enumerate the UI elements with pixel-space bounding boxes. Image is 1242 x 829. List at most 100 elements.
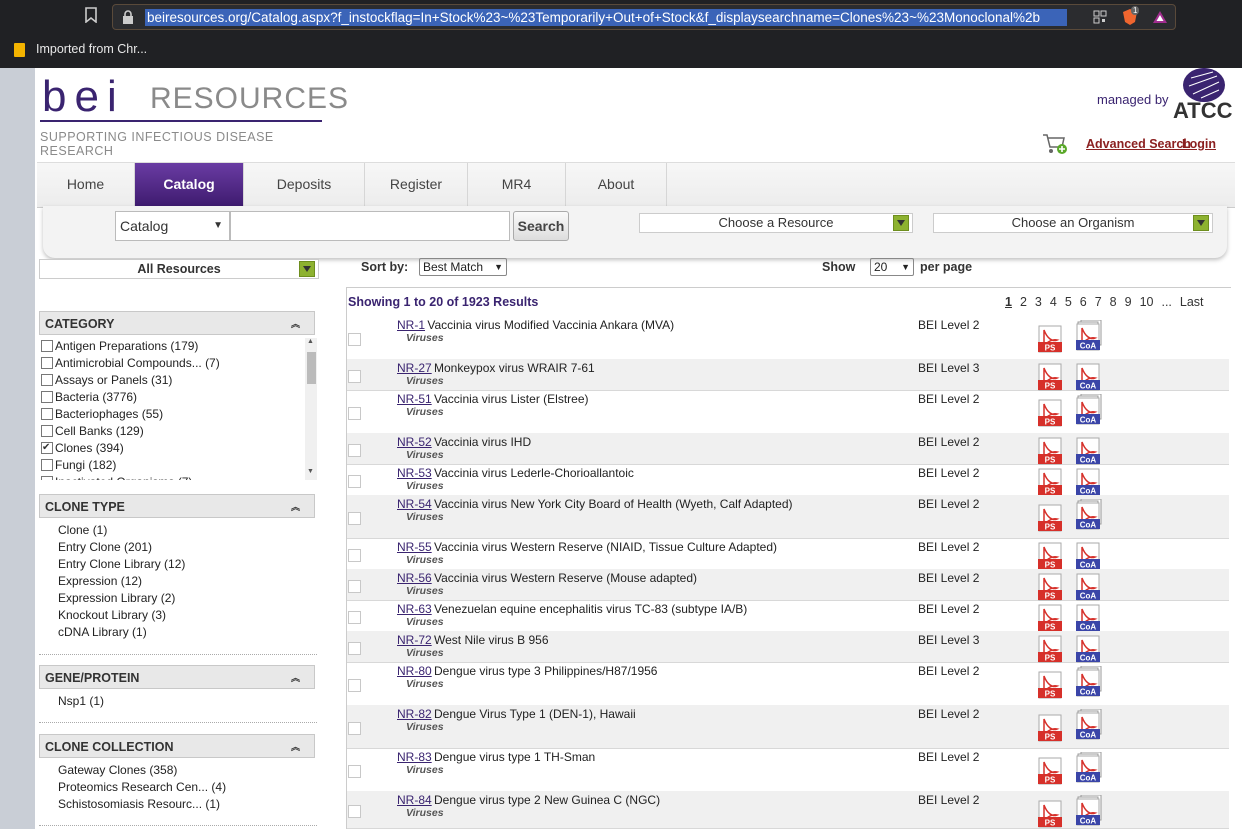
facet-option[interactable]: Bacteriophages (55) xyxy=(39,406,317,423)
product-sheet-pdf-icon[interactable]: PS xyxy=(1038,797,1064,828)
facet-clone-type-header[interactable]: CLONE TYPE ︽ xyxy=(39,494,315,518)
facet-clone-collection-header[interactable]: CLONE COLLECTION ︽ xyxy=(39,734,315,758)
checkbox[interactable] xyxy=(41,390,53,403)
coa-pdf-icon[interactable]: CoA xyxy=(1076,751,1102,783)
page-link[interactable]: 5 xyxy=(1065,295,1072,309)
collapse-icon[interactable]: ︽ xyxy=(291,312,300,336)
coa-pdf-icon[interactable]: CoA xyxy=(1076,360,1102,391)
coa-pdf-icon[interactable]: CoA xyxy=(1076,465,1102,496)
all-resources-select[interactable]: All Resources xyxy=(39,259,319,279)
product-sheet-pdf-icon[interactable]: PS xyxy=(1038,322,1064,353)
nav-home[interactable]: Home xyxy=(37,163,135,207)
facet-option[interactable]: Entry Clone Library (12) xyxy=(58,556,336,573)
product-sheet-pdf-icon[interactable]: PS xyxy=(1038,539,1064,570)
row-checkbox[interactable] xyxy=(348,805,361,818)
facet-option[interactable]: Cell Banks (129) xyxy=(39,423,317,440)
coa-pdf-icon[interactable]: CoA xyxy=(1076,570,1102,601)
coa-pdf-icon[interactable]: CoA xyxy=(1076,319,1102,351)
page-link[interactable]: ... xyxy=(1161,295,1171,309)
row-checkbox[interactable] xyxy=(348,722,361,735)
facet-gene-protein-header[interactable]: GENE/PROTEIN ︽ xyxy=(39,665,315,689)
checkbox[interactable] xyxy=(41,373,53,386)
catalog-number-link[interactable]: NR-27 xyxy=(397,361,432,375)
catalog-number-link[interactable]: NR-80 xyxy=(397,664,432,678)
facet-option[interactable]: Expression (12) xyxy=(58,573,336,590)
page-link[interactable]: 9 xyxy=(1125,295,1132,309)
facet-option[interactable]: Expression Library (2) xyxy=(58,590,336,607)
row-checkbox[interactable] xyxy=(348,407,361,420)
login-link[interactable]: Login xyxy=(1182,137,1216,151)
checkbox[interactable] xyxy=(41,439,53,456)
product-sheet-pdf-icon[interactable]: PS xyxy=(1038,465,1064,496)
page-link[interactable]: 4 xyxy=(1050,295,1057,309)
facet-option[interactable]: Proteomics Research Cen... (4) xyxy=(58,779,336,796)
facet-option[interactable]: Assays or Panels (31) xyxy=(39,372,317,389)
page-link[interactable]: 8 xyxy=(1110,295,1117,309)
facet-option[interactable]: Inactivated Organisms (7) xyxy=(39,474,317,480)
product-sheet-pdf-icon[interactable]: PS xyxy=(1038,754,1064,785)
product-sheet-pdf-icon[interactable]: PS xyxy=(1038,434,1064,465)
nav-catalog[interactable]: Catalog xyxy=(135,163,244,207)
checkbox[interactable] xyxy=(41,407,53,420)
brave-rewards-icon[interactable] xyxy=(1151,8,1169,26)
catalog-number-link[interactable]: NR-83 xyxy=(397,750,432,764)
facet-option[interactable]: Bacteria (3776) xyxy=(39,389,317,406)
facet-option[interactable]: Nsp1 (1) xyxy=(58,693,336,710)
catalog-number-link[interactable]: NR-1 xyxy=(397,318,425,332)
catalog-number-link[interactable]: NR-84 xyxy=(397,793,432,807)
scrollbar-thumb[interactable] xyxy=(307,352,316,384)
catalog-number-link[interactable]: NR-72 xyxy=(397,633,432,647)
resource-chooser[interactable]: Choose a Resource xyxy=(639,213,913,233)
scrollbar[interactable]: ▲ ▼ xyxy=(305,338,317,480)
search-input[interactable] xyxy=(230,211,510,241)
checkbox[interactable] xyxy=(41,475,53,480)
address-bar[interactable]: beiresources.org/Catalog.aspx?f_instockf… xyxy=(112,4,1176,30)
product-sheet-pdf-icon[interactable]: PS xyxy=(1038,396,1064,427)
dropdown-arrow-icon[interactable] xyxy=(1193,215,1209,231)
product-sheet-pdf-icon[interactable]: PS xyxy=(1038,360,1064,391)
product-sheet-pdf-icon[interactable]: PS xyxy=(1038,632,1064,663)
page-link[interactable]: 1 xyxy=(1005,295,1012,309)
scroll-down-icon[interactable]: ▼ xyxy=(307,468,314,475)
organism-chooser[interactable]: Choose an Organism xyxy=(933,213,1213,233)
sort-select[interactable]: Best Match ▼ xyxy=(419,258,507,276)
facet-option[interactable]: Knockout Library (3) xyxy=(58,607,336,624)
product-sheet-pdf-icon[interactable]: PS xyxy=(1038,601,1064,632)
checkbox[interactable] xyxy=(41,424,53,437)
coa-pdf-icon[interactable]: CoA xyxy=(1076,434,1102,465)
facet-option[interactable]: Gateway Clones (358) xyxy=(58,762,336,779)
facet-category-header[interactable]: CATEGORY ︽ xyxy=(39,311,315,335)
row-checkbox[interactable] xyxy=(348,611,361,624)
catalog-number-link[interactable]: NR-82 xyxy=(397,707,432,721)
facet-option[interactable]: Fungi (182) xyxy=(39,457,317,474)
facet-option[interactable]: Clone (1) xyxy=(58,522,336,539)
catalog-number-link[interactable]: NR-54 xyxy=(397,497,432,511)
page-link[interactable]: 3 xyxy=(1035,295,1042,309)
collapse-icon[interactable]: ︽ xyxy=(291,735,300,759)
qr-code-icon[interactable] xyxy=(1091,8,1109,26)
catalog-number-link[interactable]: NR-51 xyxy=(397,392,432,406)
nav-register[interactable]: Register xyxy=(365,163,468,207)
coa-pdf-icon[interactable]: CoA xyxy=(1076,393,1102,425)
row-checkbox[interactable] xyxy=(348,580,361,593)
catalog-number-link[interactable]: NR-53 xyxy=(397,466,432,480)
facet-option[interactable]: Entry Clone (201) xyxy=(58,539,336,556)
product-sheet-pdf-icon[interactable]: PS xyxy=(1038,570,1064,601)
checkbox[interactable] xyxy=(41,339,53,352)
catalog-number-link[interactable]: NR-55 xyxy=(397,540,432,554)
url-text[interactable]: beiresources.org/Catalog.aspx?f_instockf… xyxy=(145,9,1067,26)
checkbox[interactable] xyxy=(41,458,53,471)
facet-option[interactable]: Schistosomiasis Resourc... (1) xyxy=(58,796,336,813)
page-link[interactable]: 7 xyxy=(1095,295,1102,309)
product-sheet-pdf-icon[interactable]: PS xyxy=(1038,501,1064,532)
bei-logo[interactable]: bei RESOURCES SUPPORTING INFECTIOUS DISE… xyxy=(40,72,348,158)
collapse-icon[interactable]: ︽ xyxy=(291,495,300,519)
nav-mr4[interactable]: MR4 xyxy=(468,163,566,207)
catalog-number-link[interactable]: NR-63 xyxy=(397,602,432,616)
bookmark-folder-label[interactable]: Imported from Chr... xyxy=(36,42,147,56)
advanced-search-link[interactable]: Advanced Search xyxy=(1086,137,1191,151)
coa-pdf-icon[interactable]: CoA xyxy=(1076,539,1102,570)
row-checkbox[interactable] xyxy=(348,370,361,383)
coa-pdf-icon[interactable]: CoA xyxy=(1076,601,1102,632)
row-checkbox[interactable] xyxy=(348,444,361,457)
